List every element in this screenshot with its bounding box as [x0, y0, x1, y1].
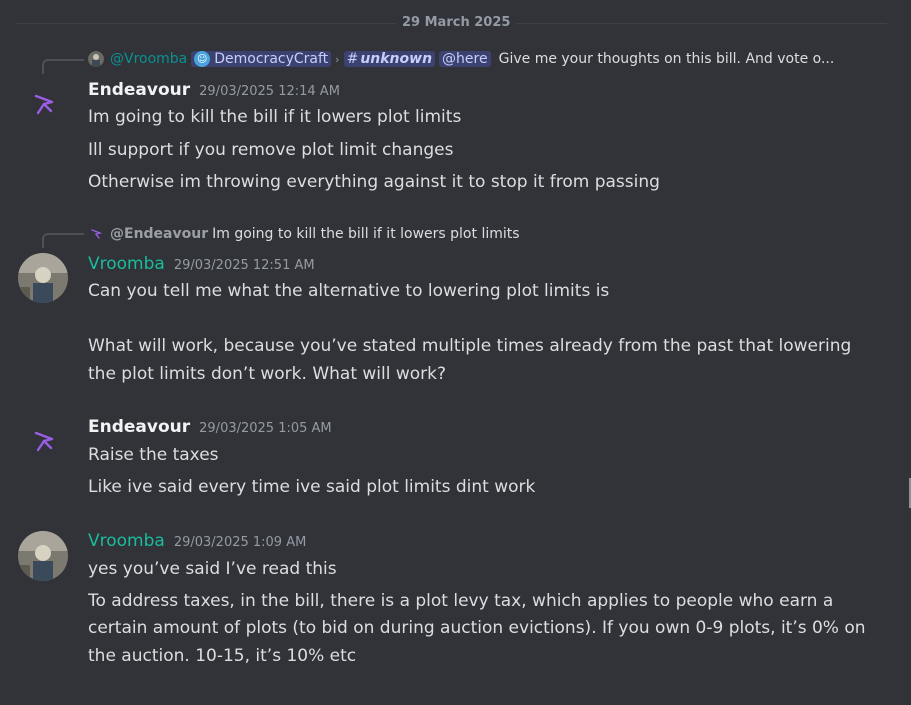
endeavour-logo-icon[interactable] [30, 89, 58, 117]
reply-avatar [91, 229, 103, 239]
reply-text[interactable]: Im going to kill the bill if it lowers p… [212, 226, 519, 242]
chevron-right-icon: › [335, 52, 340, 66]
message-text: Like ive said every time ive said plot l… [88, 477, 536, 497]
channel-mention-label: unknown [360, 51, 433, 67]
server-mention-label: DemocracyCraft [214, 51, 329, 67]
message-text: To address taxes, in the bill, there is … [88, 591, 834, 611]
vroomba-avatar[interactable] [18, 531, 68, 581]
message-timestamp[interactable]: 29/03/2025 12:51 AM [174, 258, 315, 273]
message-text: What will work, because you’ve stated mu… [88, 336, 852, 356]
server-badge-icon: ☺ [194, 51, 211, 67]
author-name[interactable]: Vroomba [88, 531, 165, 551]
message-header: Vroomba 29/03/2025 12:51 AM [88, 254, 315, 274]
message-header: Endeavour 29/03/2025 12:14 AM [88, 80, 340, 100]
reply-preview[interactable]: @Vroomba ☺ DemocracyCraft › # unknown @h… [88, 49, 834, 69]
message-text: Can you tell me what the alternative to … [88, 281, 610, 301]
message-timestamp[interactable]: 29/03/2025 1:05 AM [199, 421, 332, 436]
reply-author[interactable]: @Endeavour [110, 226, 208, 242]
message-timestamp[interactable]: 29/03/2025 1:09 AM [174, 535, 307, 550]
message-text: Ill support if you remove plot limit cha… [88, 140, 454, 160]
author-name[interactable]: Endeavour [88, 80, 190, 100]
date-divider-label: 29 March 2025 [396, 15, 517, 30]
message-timestamp[interactable]: 29/03/2025 12:14 AM [199, 84, 340, 99]
reply-preview[interactable]: @Endeavour Im going to kill the bill if … [88, 224, 520, 244]
message-text: the auction. 10-15, it’s 10% etc [88, 646, 357, 666]
author-name[interactable]: Endeavour [88, 417, 190, 437]
message-header: Vroomba 29/03/2025 1:09 AM [88, 531, 306, 551]
channel-mention-pill[interactable]: # unknown [343, 51, 436, 67]
message-text: Otherwise im throwing everything against… [88, 172, 660, 192]
message-text: Raise the taxes [88, 445, 219, 465]
here-mention-pill[interactable]: @here [439, 51, 491, 67]
reply-text[interactable]: Give me your thoughts on this bill. And … [499, 51, 835, 67]
reply-spine [42, 59, 84, 74]
message-text: Im going to kill the bill if it lowers p… [88, 107, 462, 127]
message-header: Endeavour 29/03/2025 1:05 AM [88, 417, 332, 437]
message-text: certain amount of plots (to bid on durin… [88, 618, 866, 638]
chat-messages: 29 March 2025 @Vroomba ☺ DemocracyCraft … [0, 0, 911, 705]
reply-avatar [88, 51, 104, 67]
endeavour-logo-icon[interactable] [30, 426, 58, 454]
reply-spine [42, 233, 84, 248]
vroomba-avatar[interactable] [18, 253, 68, 303]
author-name[interactable]: Vroomba [88, 254, 165, 274]
message-text: yes you’ve said I’ve read this [88, 559, 337, 579]
server-mention-pill[interactable]: ☺ DemocracyCraft [191, 51, 332, 67]
message-text: the plot limits don’t work. What will wo… [88, 364, 447, 384]
reply-author[interactable]: @Vroomba [110, 51, 187, 67]
hash-icon: # [346, 51, 359, 67]
